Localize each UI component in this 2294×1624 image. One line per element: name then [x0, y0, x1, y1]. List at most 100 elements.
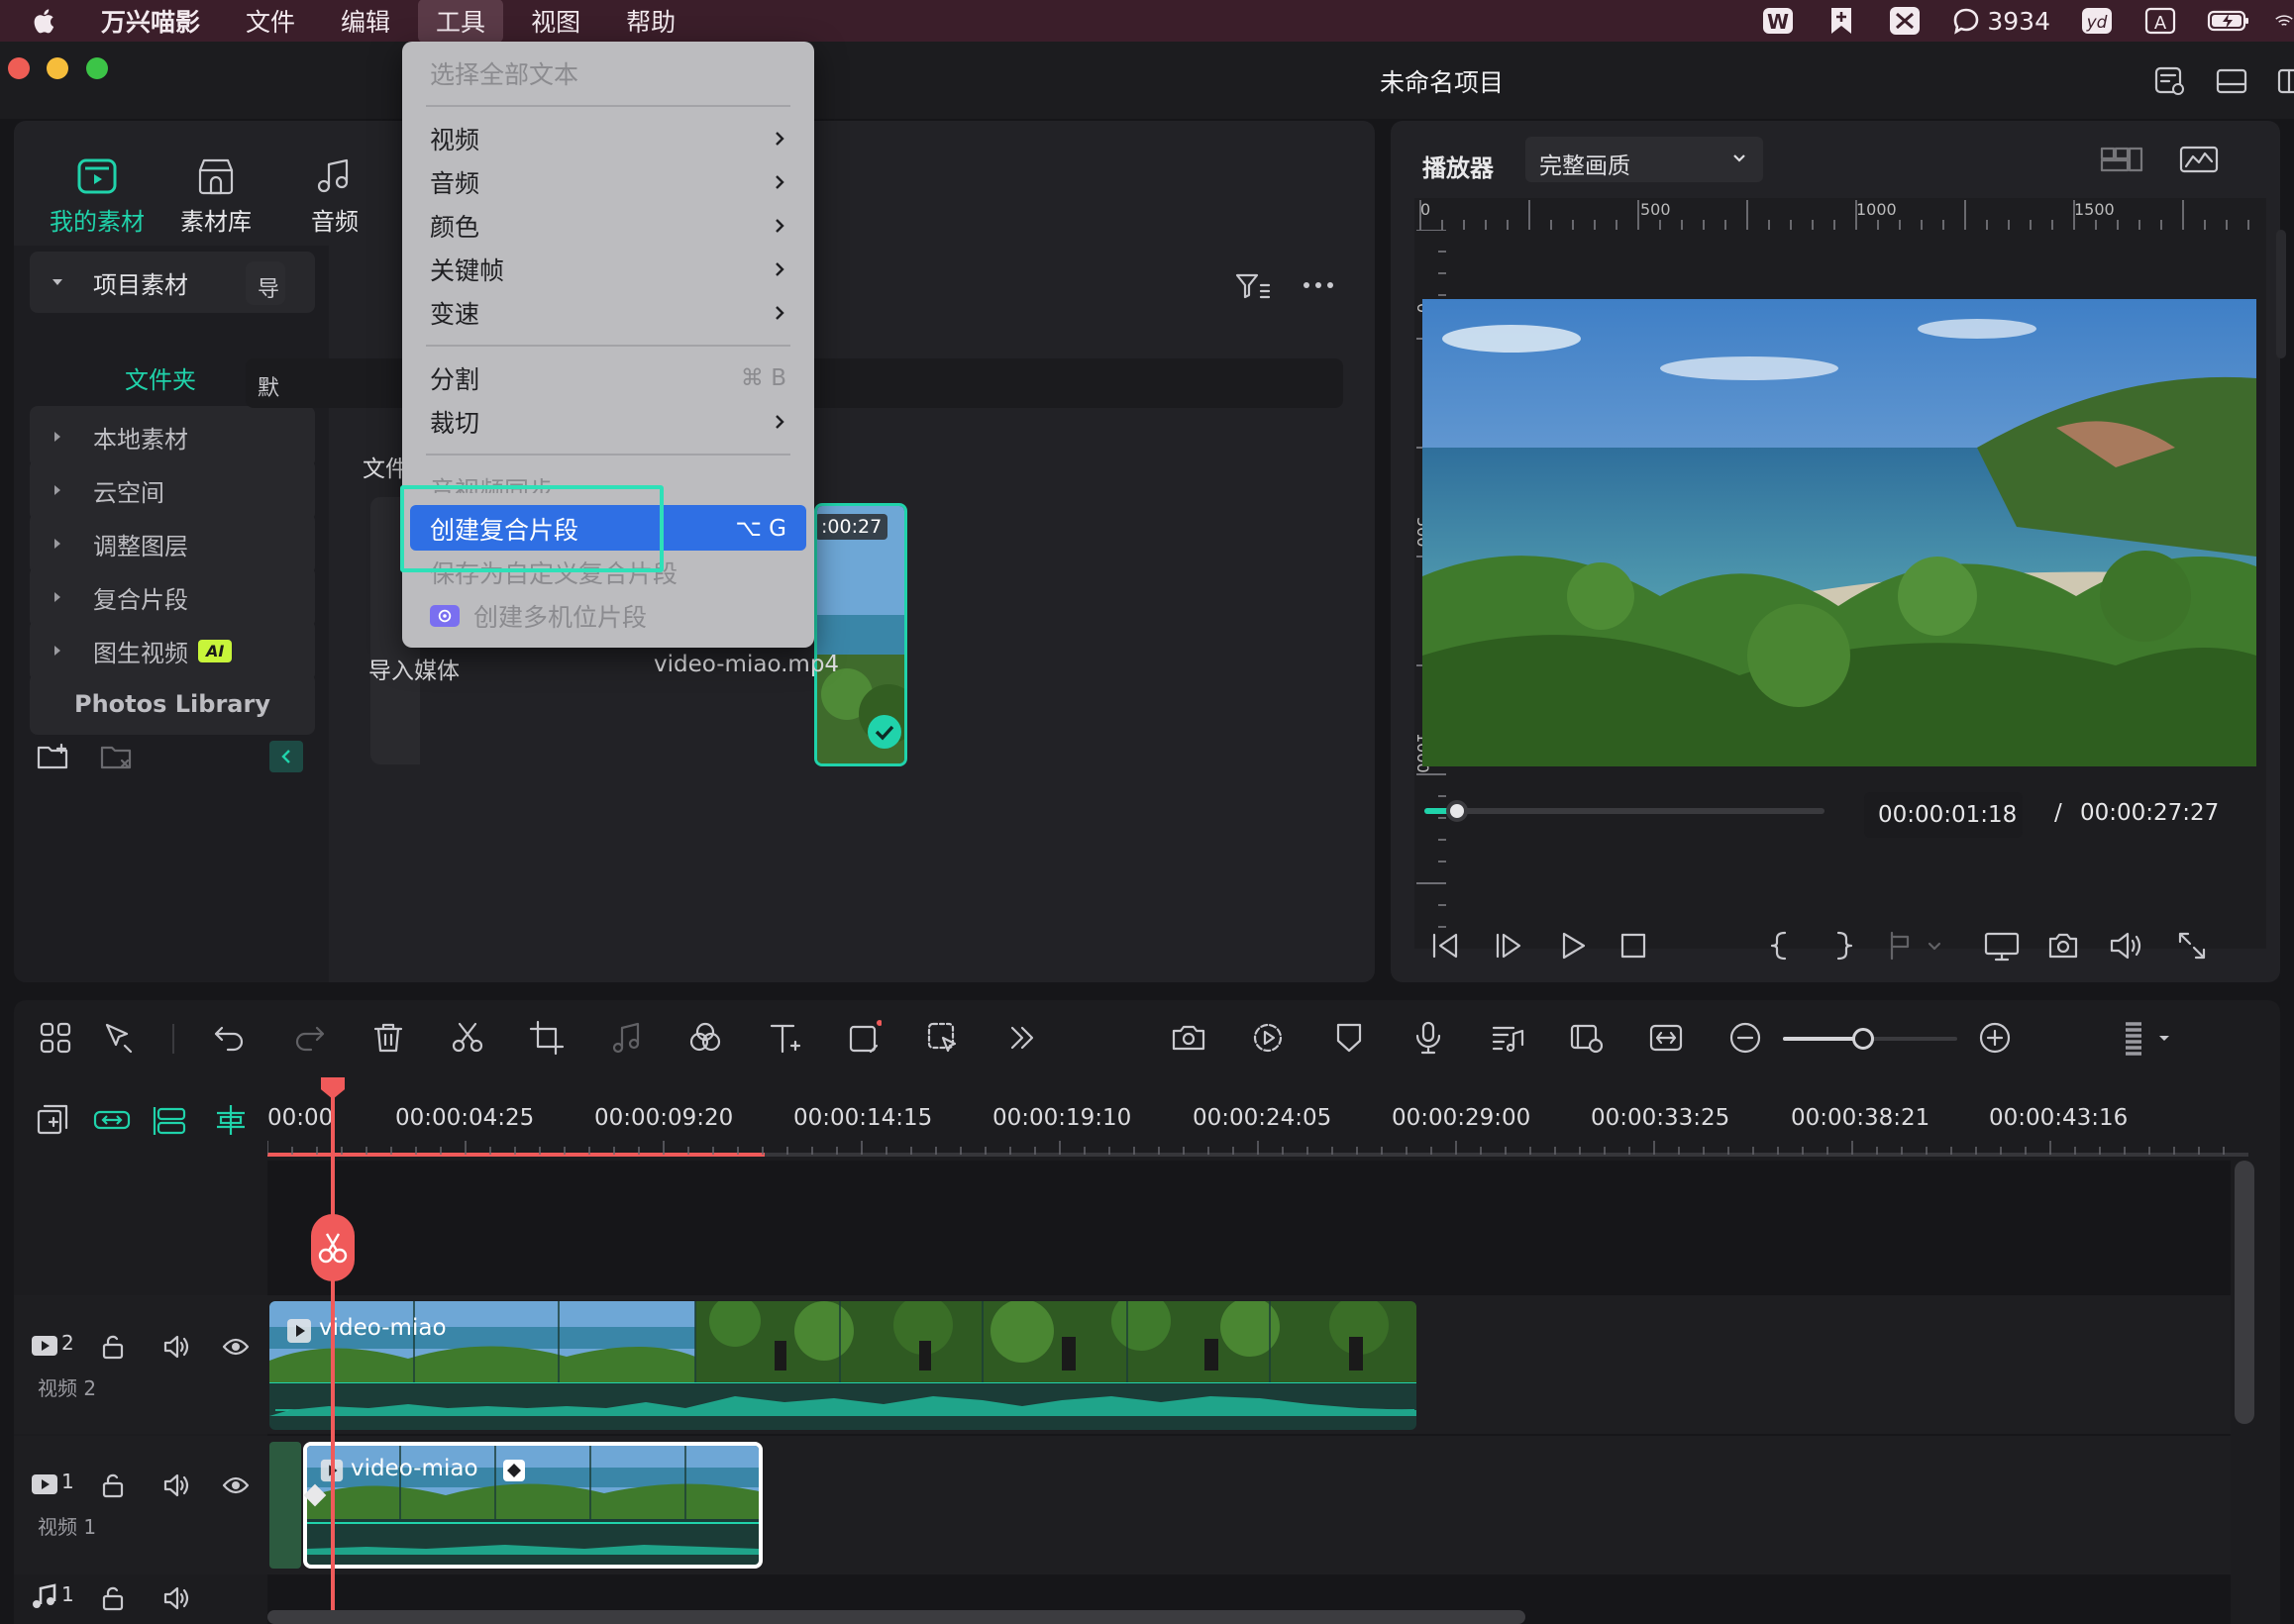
right-panel-scrollbar[interactable] [2276, 230, 2286, 358]
lock-icon[interactable] [99, 1333, 127, 1361]
tab-my-media[interactable]: 我的素材 [38, 154, 156, 237]
fullscreen-icon[interactable] [2175, 929, 2209, 963]
sidebar-item-cloud[interactable]: 云空间 [30, 459, 315, 521]
menu-file[interactable]: 文件 [246, 3, 295, 39]
wifi-icon[interactable] [2274, 6, 2294, 36]
delete-icon[interactable] [370, 1020, 406, 1056]
ai-camera-icon[interactable] [1171, 1020, 1206, 1056]
snapshot-icon[interactable] [2046, 929, 2080, 963]
new-folder-icon[interactable] [36, 741, 69, 772]
more-tools-icon[interactable] [1004, 1020, 1040, 1056]
keyframe-icon[interactable] [501, 1458, 527, 1483]
collapse-sidebar-button[interactable] [269, 741, 303, 772]
menu-app-name[interactable]: 万兴喵影 [101, 3, 200, 39]
menu-item-create-multicam[interactable]: 创建多机位片段 [430, 596, 794, 636]
more-options-icon[interactable] [1302, 279, 1335, 291]
text-icon[interactable] [767, 1020, 802, 1056]
menu-item-keyframe[interactable]: 关键帧 [430, 250, 794, 289]
microphone-icon[interactable] [1410, 1020, 1446, 1056]
marker-dropdown-icon[interactable] [1886, 929, 1945, 963]
lock-icon[interactable] [99, 1472, 127, 1499]
menu-help[interactable]: 帮助 [626, 3, 676, 39]
shape-icon[interactable] [846, 1020, 882, 1056]
menu-item-color[interactable]: 颜色 [430, 206, 794, 246]
add-track-icon[interactable] [36, 1103, 69, 1137]
panel-toggle-icon[interactable] [2276, 65, 2294, 97]
color-icon[interactable] [687, 1020, 723, 1056]
mark-in-icon[interactable] [1763, 929, 1797, 963]
tab-stock-library[interactable]: 素材库 [156, 154, 275, 237]
wechat-status[interactable]: 3934 [1949, 6, 2050, 36]
menu-item-video[interactable]: 视频 [430, 119, 794, 158]
redo-icon[interactable] [291, 1020, 327, 1056]
menu-item-speed[interactable]: 变速 [430, 293, 794, 333]
delete-folder-icon[interactable] [99, 741, 133, 772]
sidebar-item-adjustment-layer[interactable]: 调整图层 [30, 513, 315, 574]
timeline-clip-track-1-left[interactable] [269, 1442, 301, 1569]
layout-icon[interactable] [2215, 65, 2248, 97]
playback-scrubber[interactable] [1424, 800, 1825, 822]
play-icon[interactable] [1555, 929, 1589, 963]
link-icon[interactable] [93, 1103, 131, 1137]
eye-icon[interactable] [222, 1333, 250, 1361]
media-clip-thumbnail[interactable]: :00:27 [814, 503, 907, 766]
cut-icon[interactable] [450, 1020, 485, 1056]
fit-timeline-icon[interactable] [1648, 1020, 1684, 1056]
bookmark-icon[interactable] [1825, 6, 1858, 36]
zoom-in-icon[interactable] [1977, 1020, 2013, 1056]
filter-sort-icon[interactable] [1234, 271, 1272, 301]
maximize-window-button[interactable] [86, 57, 108, 79]
sidebar-item-compound-clip[interactable]: 复合片段 [30, 566, 315, 628]
menu-edit[interactable]: 编辑 [341, 3, 390, 39]
apple-icon[interactable] [32, 7, 55, 35]
playback-handle[interactable] [1446, 800, 1469, 822]
speaker-icon[interactable] [162, 1472, 190, 1499]
sidebar-item-folder[interactable]: 文件夹 [125, 360, 196, 395]
menu-item-audio[interactable]: 音频 [430, 162, 794, 202]
grid-view-icon[interactable] [2100, 145, 2143, 174]
sidebar-item-local-media[interactable]: 本地素材 [30, 406, 315, 467]
crop-icon[interactable] [529, 1020, 565, 1056]
lock-icon[interactable] [99, 1584, 127, 1612]
timeline-horizontal-scrollbar[interactable] [267, 1610, 1525, 1624]
volume-icon[interactable] [2108, 929, 2145, 963]
import-button[interactable]: 导 [246, 261, 285, 305]
minimize-window-button[interactable] [47, 57, 68, 79]
input-method-icon[interactable]: A [2143, 6, 2177, 36]
smart-clip-icon[interactable] [1569, 1020, 1605, 1056]
next-frame-icon[interactable] [1492, 929, 1525, 963]
sidebar-item-image-to-video[interactable]: 图生视频 AI [30, 620, 315, 681]
eye-icon[interactable] [222, 1472, 250, 1499]
auto-reframe-icon[interactable] [1250, 1020, 1286, 1056]
ai-cutout-icon[interactable] [925, 1020, 961, 1056]
menu-item-split[interactable]: 分割 ⌘ B [430, 358, 794, 398]
current-time-field[interactable]: 00:00:01:18 [1864, 792, 2023, 838]
sidebar-item-photos-library[interactable]: Photos Library [30, 673, 315, 735]
undo-icon[interactable] [212, 1020, 248, 1056]
capcut-icon[interactable] [1888, 6, 1922, 36]
menu-view[interactable]: 视图 [531, 3, 580, 39]
menu-item-crop[interactable]: 裁切 [430, 402, 794, 442]
menu-tools[interactable]: 工具 [418, 0, 504, 43]
quality-select[interactable]: 完整画质 [1525, 137, 1763, 182]
timeline-vertical-scrollbar[interactable] [2235, 1161, 2254, 1424]
snap-icon[interactable] [212, 1103, 250, 1137]
speaker-icon[interactable] [162, 1584, 190, 1612]
mark-out-icon[interactable] [1826, 929, 1860, 963]
zoom-slider-handle[interactable] [1852, 1028, 1874, 1050]
close-window-button[interactable] [8, 57, 30, 79]
display-icon[interactable] [1983, 929, 2021, 963]
battery-icon[interactable] [2207, 6, 2250, 36]
menu-item-select-all-text[interactable]: 选择全部文本 [430, 53, 794, 93]
timeline-settings-icon[interactable] [2120, 1020, 2179, 1056]
zoom-slider[interactable] [1783, 1028, 1957, 1050]
scope-icon[interactable] [2179, 145, 2219, 174]
wps-icon[interactable]: W [1761, 6, 1795, 36]
audio-edit-icon[interactable] [608, 1020, 644, 1056]
youdao-icon[interactable]: yd [2080, 6, 2114, 36]
tab-audio[interactable]: 音频 [275, 154, 394, 237]
select-tool-icon[interactable] [101, 1020, 137, 1056]
timeline-clip-track-1-selected[interactable]: video-miao [303, 1442, 763, 1569]
split-playhead-button[interactable] [311, 1214, 355, 1281]
previous-frame-icon[interactable] [1428, 929, 1462, 963]
